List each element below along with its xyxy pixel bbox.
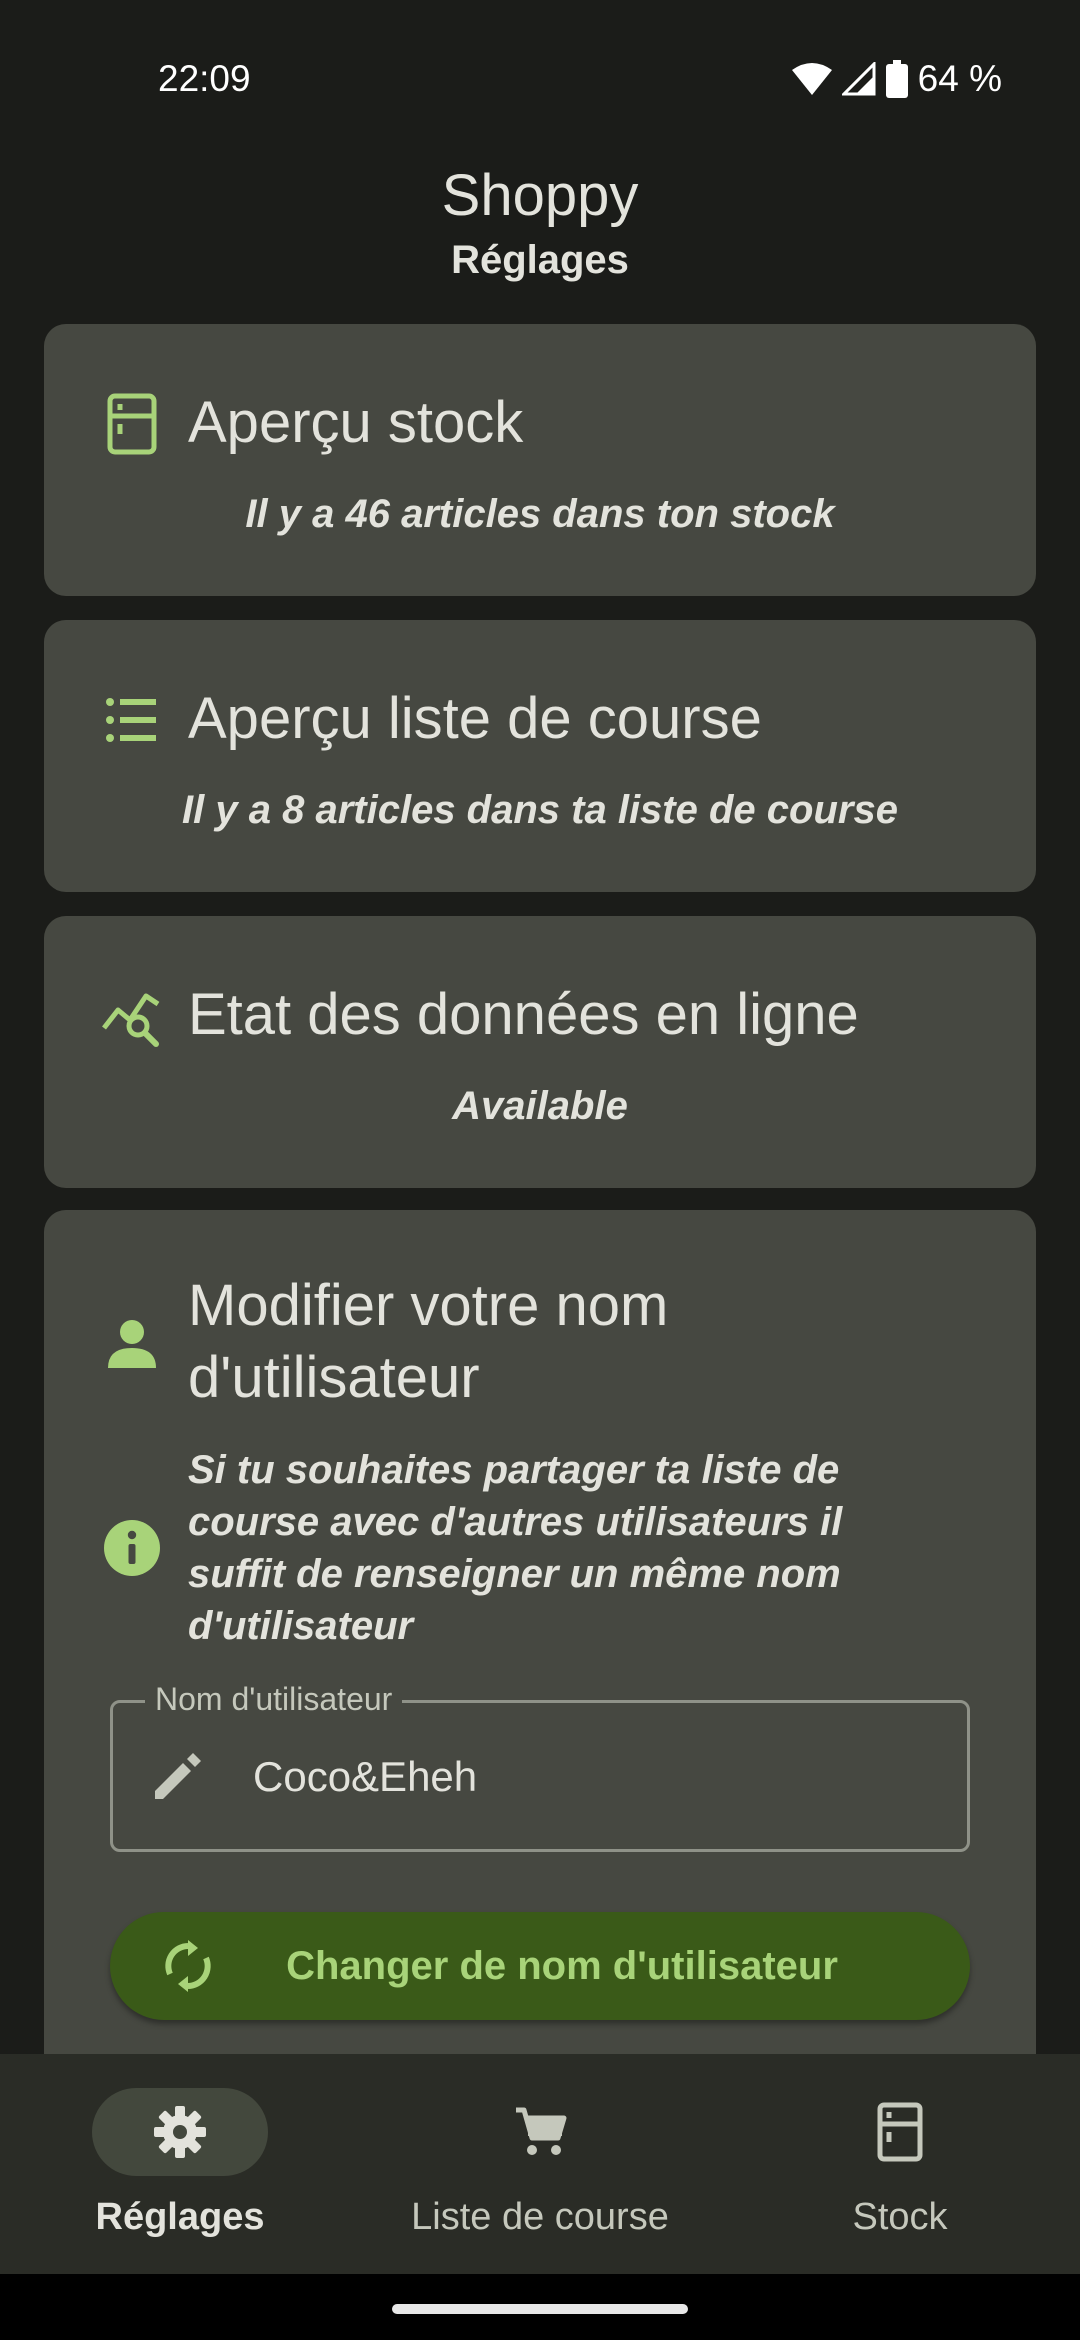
nav-item-stock[interactable]: Stock [720, 2054, 1080, 2274]
shopping-list-card-subtitle: Il y a 8 articles dans ta liste de cours… [182, 788, 898, 832]
query-stats-icon [102, 993, 160, 1047]
gesture-area [0, 2274, 1080, 2340]
online-data-status: Available [452, 1084, 628, 1128]
change-username-button-label: Changer de nom d'utilisateur [286, 1943, 838, 1988]
username-input[interactable] [253, 1745, 933, 1809]
nav-item-settings[interactable]: Réglages [0, 2054, 360, 2274]
status-time: 22:09 [158, 58, 251, 99]
info-icon [104, 1520, 160, 1576]
username-info-text: Si tu souhaites partager ta liste de cou… [188, 1448, 843, 1648]
online-data-card: Etat des données en ligne Available [44, 916, 1036, 1188]
username-field[interactable]: Nom d'utilisateur [110, 1681, 970, 1852]
stock-card-title: Aperçu stock [188, 390, 524, 455]
nav-label-stock: Stock [852, 2196, 948, 2238]
signal-icon [841, 62, 876, 96]
home-gesture-bar[interactable] [392, 2304, 688, 2314]
online-data-card-title: Etat des données en ligne [188, 982, 859, 1047]
stock-overview-card: Aperçu stock Il y a 46 articles dans ton… [44, 324, 1036, 596]
nav-item-shopping-list[interactable]: Liste de course [360, 2054, 720, 2274]
header: Shoppy Réglages [0, 160, 1080, 283]
battery-icon [885, 60, 908, 98]
nav-label-shopping-list: Liste de course [411, 2196, 669, 2238]
page-title: Réglages [451, 238, 629, 282]
shopping-list-overview-card: Aperçu liste de course Il y a 8 articles… [44, 620, 1036, 892]
person-icon [108, 1320, 156, 1368]
nav-label-settings: Réglages [95, 2196, 265, 2238]
shopping-list-card-title: Aperçu liste de course [188, 686, 762, 751]
app-title: Shoppy [441, 163, 639, 228]
bottom-navigation: Réglages Liste de course Stock [0, 2054, 1080, 2274]
cart-icon [516, 2107, 567, 2155]
wifi-icon [791, 63, 832, 95]
username-card-title: Modifier votre nom d'utilisateur [188, 1270, 668, 1414]
stock-card-subtitle: Il y a 46 articles dans ton stock [245, 492, 835, 536]
status-bar: 22:09 64 % [0, 0, 1080, 130]
gear-icon [154, 2106, 206, 2158]
username-card: Modifier votre nom d'utilisateur Si tu s… [44, 1210, 1036, 2110]
status-icons: 64 % [791, 58, 1002, 100]
username-card-title-line2: d'utilisateur [188, 1345, 480, 1410]
pencil-icon [155, 1753, 201, 1799]
fridge-icon [107, 393, 157, 455]
username-field-label: Nom d'utilisateur [145, 1681, 403, 1718]
battery-percent: 64 % [917, 58, 1002, 99]
fridge-icon [877, 2102, 923, 2162]
username-card-title-line1: Modifier votre nom [188, 1273, 669, 1338]
change-username-button[interactable]: Changer de nom d'utilisateur [110, 1912, 970, 2020]
list-icon [106, 698, 156, 742]
